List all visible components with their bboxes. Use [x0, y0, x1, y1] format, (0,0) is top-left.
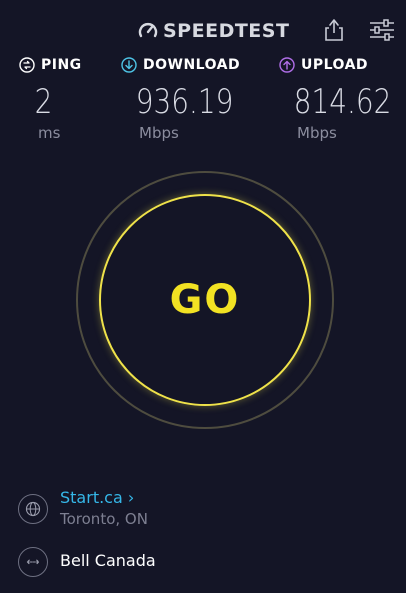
download-label: DOWNLOAD: [143, 57, 241, 73]
ping-icon: [19, 57, 35, 73]
ping-label: PING: [41, 57, 82, 73]
app-header: SPEEDTEST: [0, 0, 406, 56]
speedtest-logo: SPEEDTEST: [137, 18, 289, 44]
server-selector[interactable]: Start.ca › Toronto, ON: [18, 488, 378, 532]
upload-unit: Mbps: [297, 124, 337, 142]
go-label: GO: [169, 277, 241, 323]
go-button-area: GO: [76, 171, 334, 429]
download-metric: DOWNLOAD 936.19 Mbps: [121, 54, 258, 142]
isp-row: Bell Canada: [18, 546, 378, 578]
server-name-link[interactable]: Start.ca ›: [60, 488, 134, 507]
upload-label: UPLOAD: [301, 57, 369, 73]
upload-value: 814.62: [293, 82, 392, 122]
share-icon[interactable]: [321, 16, 347, 44]
server-location: Toronto, ON: [60, 510, 148, 528]
isp-name: Bell Canada: [60, 551, 156, 570]
server-name: Start.ca: [60, 488, 123, 507]
download-value: 936.19: [135, 82, 234, 122]
go-button[interactable]: GO: [99, 194, 311, 406]
download-unit: Mbps: [139, 124, 179, 142]
upload-metric: UPLOAD 814.62 Mbps: [279, 54, 406, 142]
chevron-right-icon: ›: [127, 488, 135, 507]
brand-name: SPEEDTEST: [163, 20, 290, 42]
speedometer-icon: [138, 23, 158, 38]
connection-icon: [18, 547, 48, 577]
ping-unit: ms: [38, 124, 61, 142]
sliders-icon[interactable]: [368, 16, 396, 44]
download-arrow-icon: [121, 57, 137, 73]
globe-icon: [18, 494, 48, 524]
ping-metric: PING 2 ms: [19, 54, 82, 142]
upload-arrow-icon: [279, 57, 295, 73]
ping-value: 2: [34, 82, 53, 122]
